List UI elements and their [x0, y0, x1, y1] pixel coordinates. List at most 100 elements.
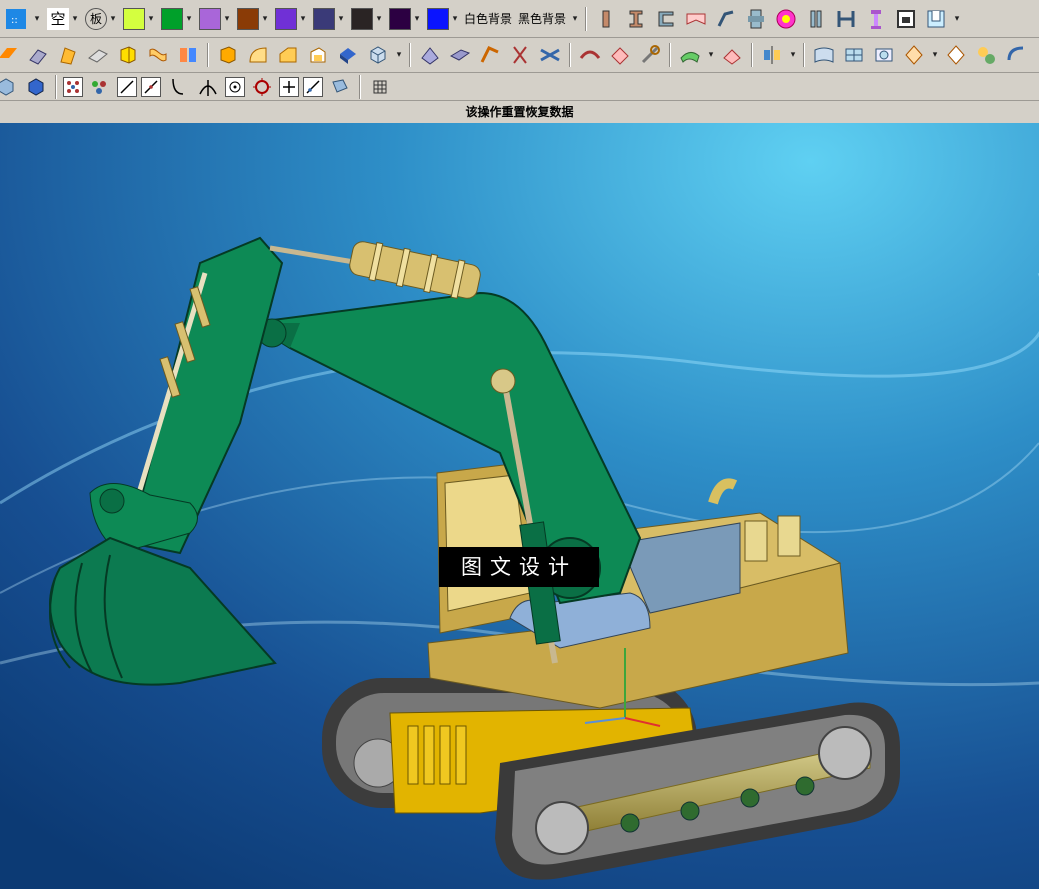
shell-icon[interactable]	[306, 43, 330, 67]
wrench-icon[interactable]	[638, 43, 662, 67]
u-section-icon[interactable]	[924, 7, 948, 31]
sew-icon[interactable]	[944, 43, 968, 67]
separator	[409, 43, 411, 67]
grid-snap-icon[interactable]	[368, 75, 392, 99]
layer-icon[interactable]: ::	[4, 7, 28, 31]
cube-icon[interactable]	[366, 43, 390, 67]
on-curve-icon[interactable]	[303, 76, 323, 97]
mid-point-icon[interactable]	[141, 76, 161, 97]
mirror-icon[interactable]	[760, 43, 784, 67]
chevron-down-icon[interactable]: ▾	[107, 14, 119, 24]
point-cluster-icon[interactable]	[88, 75, 112, 99]
white-background-button[interactable]: 白色背景	[464, 10, 512, 27]
chevron-down-icon[interactable]: ▾	[297, 14, 309, 24]
chevron-down-icon[interactable]: ▾	[411, 14, 423, 24]
boundary-icon[interactable]	[872, 43, 896, 67]
face-point-icon[interactable]	[328, 75, 352, 99]
toolbar-features-row: ▾ ▾ ▾ ▾	[0, 38, 1031, 72]
target-icon[interactable]	[774, 7, 798, 31]
flange-icon[interactable]	[744, 7, 768, 31]
quadrant-icon[interactable]	[250, 75, 274, 99]
chamfer-icon[interactable]	[276, 43, 300, 67]
i-beam-flange-icon[interactable]	[624, 7, 648, 31]
chevron-down-icon[interactable]: ▾	[145, 14, 157, 24]
color-swatch-violet[interactable]	[275, 7, 297, 30]
rotate-icon[interactable]	[1004, 43, 1028, 67]
chevron-down-icon[interactable]: ▾	[31, 14, 43, 24]
mesh-icon[interactable]	[720, 43, 744, 67]
chevron-down-icon[interactable]: ▾	[929, 50, 941, 60]
offset-icon[interactable]	[478, 43, 502, 67]
sphere-icon[interactable]	[974, 43, 998, 67]
color-swatch-black[interactable]	[351, 7, 373, 30]
chevron-down-icon[interactable]: ▾	[449, 14, 461, 24]
watermark-label: 图文设计	[439, 547, 599, 587]
chevron-down-icon[interactable]: ▾	[183, 14, 195, 24]
angle-icon[interactable]	[684, 7, 708, 31]
snap-points-icon[interactable]	[63, 76, 83, 97]
loft-icon[interactable]	[176, 43, 200, 67]
color-swatch-yellow-green[interactable]	[123, 7, 145, 30]
status-message: 该操作重置恢复数据	[0, 101, 1039, 124]
solid-icon[interactable]	[336, 43, 360, 67]
extrude-icon[interactable]	[0, 43, 20, 67]
sweep-icon[interactable]	[56, 43, 80, 67]
toolbar-colors: :: ▾ 空 ▾ 板 ▾ ▾ ▾ ▾ ▾ ▾ ▾ ▾ ▾ ▾ 白色背景 黑色背景…	[0, 0, 1039, 38]
channel-icon[interactable]	[654, 7, 678, 31]
ban-button[interactable]: 板	[85, 7, 107, 30]
cross-point-icon[interactable]	[279, 76, 299, 97]
h-frame-icon[interactable]	[834, 7, 858, 31]
color-swatch-green[interactable]	[161, 7, 183, 30]
curve-surface-icon[interactable]	[578, 43, 602, 67]
grid-surface-icon[interactable]	[812, 43, 836, 67]
sheet-icon[interactable]	[86, 43, 110, 67]
end-point-icon[interactable]	[117, 76, 137, 97]
pillar-icon[interactable]	[804, 7, 828, 31]
surface-icon[interactable]	[678, 43, 702, 67]
kong-button[interactable]: 空	[47, 7, 69, 30]
thicken-icon[interactable]	[448, 43, 472, 67]
color-swatch-lavender[interactable]	[199, 7, 221, 30]
blend-icon[interactable]	[246, 43, 270, 67]
chevron-down-icon[interactable]: ▾	[787, 50, 799, 60]
separator	[359, 74, 361, 99]
tangent-icon[interactable]	[166, 75, 190, 99]
chevron-down-icon[interactable]: ▾	[335, 14, 347, 24]
bow-icon[interactable]	[538, 43, 562, 67]
black-background-button[interactable]: 黑色背景	[518, 10, 566, 27]
face-icon[interactable]	[26, 43, 50, 67]
chevron-down-icon[interactable]: ▾	[951, 14, 963, 24]
chevron-down-icon[interactable]: ▾	[69, 14, 81, 24]
twist-icon[interactable]	[146, 43, 170, 67]
cube-blue-icon[interactable]	[24, 75, 48, 99]
color-swatch-navy[interactable]	[313, 7, 335, 30]
color-swatch-dark-purple[interactable]	[389, 7, 411, 30]
toolbar-colors-row: :: ▾ 空 ▾ 板 ▾ ▾ ▾ ▾ ▾ ▾ ▾ ▾ ▾ ▾ 白色背景 黑色背景…	[0, 0, 963, 37]
chevron-down-icon[interactable]: ▾	[373, 14, 385, 24]
chevron-down-icon[interactable]: ▾	[259, 14, 271, 24]
color-swatch-brown[interactable]	[237, 7, 259, 30]
chevron-down-icon[interactable]: ▾	[569, 14, 581, 24]
patch-icon[interactable]	[842, 43, 866, 67]
color-swatch-blue[interactable]	[427, 7, 449, 30]
i-beam-icon[interactable]	[594, 7, 618, 31]
transform-icon[interactable]	[902, 43, 926, 67]
box-icon[interactable]	[216, 43, 240, 67]
split-icon[interactable]	[508, 43, 532, 67]
separator	[669, 43, 671, 67]
separator	[803, 43, 805, 67]
cube-small-icon[interactable]	[0, 75, 18, 99]
block-icon[interactable]	[116, 43, 140, 67]
center-point-icon[interactable]	[225, 76, 245, 97]
ruled-icon[interactable]	[608, 43, 632, 67]
chevron-down-icon[interactable]: ▾	[393, 50, 405, 60]
svg-text:::: ::	[11, 15, 18, 26]
bolt-icon[interactable]	[864, 7, 888, 31]
intersect-icon[interactable]	[196, 75, 220, 99]
pattern-icon[interactable]	[418, 43, 442, 67]
graphics-viewport[interactable]: 图文设计	[0, 123, 1039, 889]
hook-icon[interactable]	[714, 7, 738, 31]
chevron-down-icon[interactable]: ▾	[705, 50, 717, 60]
chevron-down-icon[interactable]: ▾	[221, 14, 233, 24]
box-section-icon[interactable]	[894, 7, 918, 31]
